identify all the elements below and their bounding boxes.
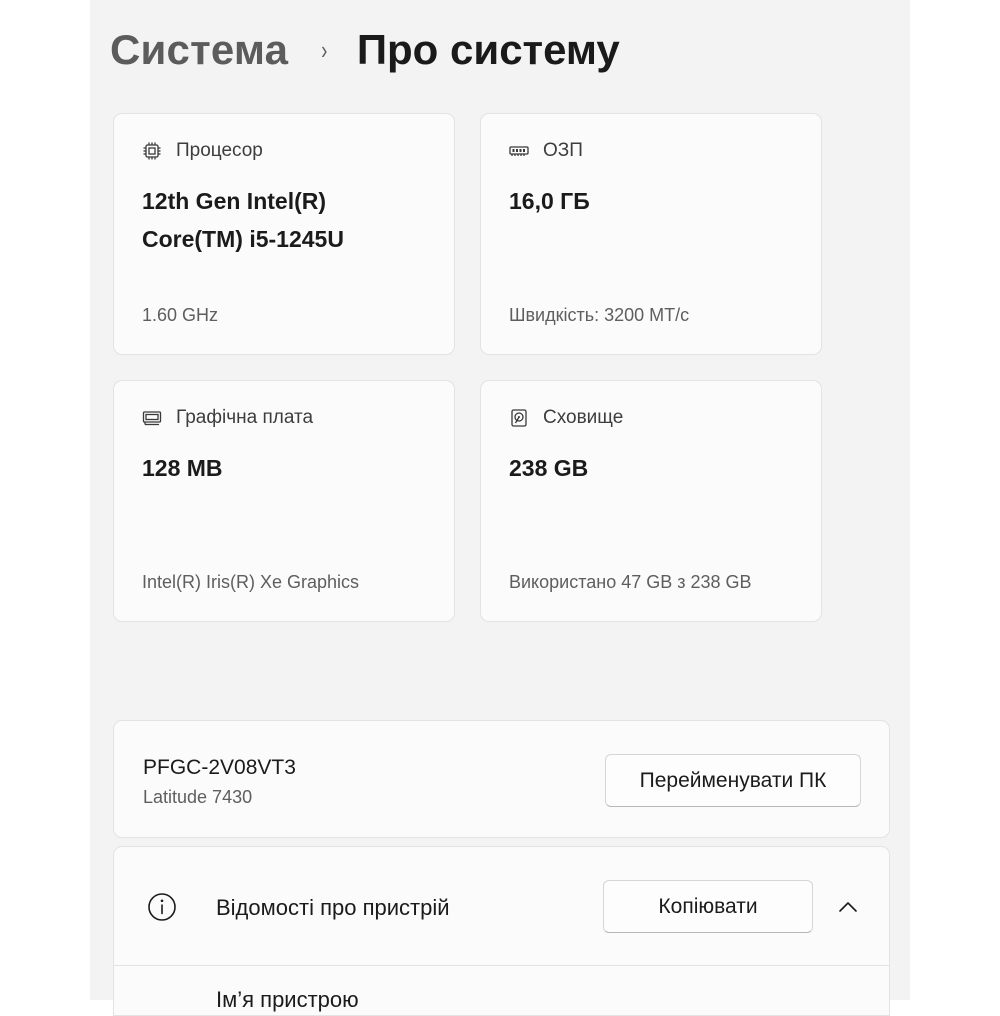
graphics-card: Графічна плата 128 MB Intel(R) Iris(R) X…: [113, 380, 455, 622]
graphics-card-header: Графічна плата: [142, 407, 313, 429]
info-circle-icon: [148, 893, 176, 921]
graphics-card-icon: [142, 408, 162, 428]
storage-card-header: Сховище: [509, 407, 623, 429]
pc-name-card: PFGC-2V08VT3 Latitude 7430 Перейменувати…: [113, 720, 890, 838]
storage-label: Сховище: [543, 407, 624, 428]
page-title: Про систему: [356, 26, 620, 73]
processor-value-line2: Core(TM) i5-1245U: [142, 226, 344, 252]
storage-usage: Використано 47 GB з 238 GB: [509, 572, 752, 592]
processor-label: Процесор: [176, 140, 263, 161]
rename-pc-button[interactable]: Перейменувати ПК: [605, 754, 861, 807]
graphics-model: Intel(R) Iris(R) Xe Graphics: [142, 572, 360, 592]
graphics-value: 128 MB: [142, 455, 223, 481]
ram-speed: Швидкість: 3200 МТ/с: [509, 305, 690, 325]
processor-frequency: 1.60 GHz: [142, 305, 219, 325]
pc-name: PFGC-2V08VT3: [143, 756, 296, 779]
storage-value: 238 GB: [509, 455, 589, 481]
chevron-up-icon[interactable]: [834, 893, 862, 921]
processor-card-header: Процесор: [142, 140, 263, 162]
breadcrumb-parent-system[interactable]: Система: [110, 26, 288, 74]
graphics-label: Графічна плата: [176, 407, 314, 428]
ram-card: ОЗП 16,0 ГБ Швидкість: 3200 МТ/с: [480, 113, 822, 355]
copy-button[interactable]: Копіювати: [603, 880, 813, 933]
ram-memory-icon: [509, 141, 529, 161]
divider: [114, 965, 889, 966]
pc-model: Latitude 7430: [143, 787, 253, 807]
ram-value: 16,0 ГБ: [509, 188, 590, 214]
device-info-expander: Відомості про пристрій Копіювати Ім’я пр…: [113, 846, 890, 1016]
storage-card: Сховище 238 GB Використано 47 GB з 238 G…: [480, 380, 822, 622]
storage-drive-icon: [509, 408, 529, 428]
processor-value-line1: 12th Gen Intel(R): [142, 188, 327, 214]
breadcrumb: Система › Про систему: [110, 22, 620, 78]
ram-card-header: ОЗП: [509, 140, 583, 162]
ram-label: ОЗП: [543, 140, 583, 161]
device-info-title[interactable]: Відомості про пристрій: [216, 895, 450, 921]
processor-card: Процесор 12th Gen Intel(R) Core(TM) i5-1…: [113, 113, 455, 355]
breadcrumb-separator: ›: [321, 34, 328, 65]
processor-chip-icon: [142, 141, 162, 161]
processor-value: 12th Gen Intel(R) Core(TM) i5-1245U: [142, 182, 432, 258]
device-name-label: Ім’я пристрою: [216, 987, 359, 1012]
